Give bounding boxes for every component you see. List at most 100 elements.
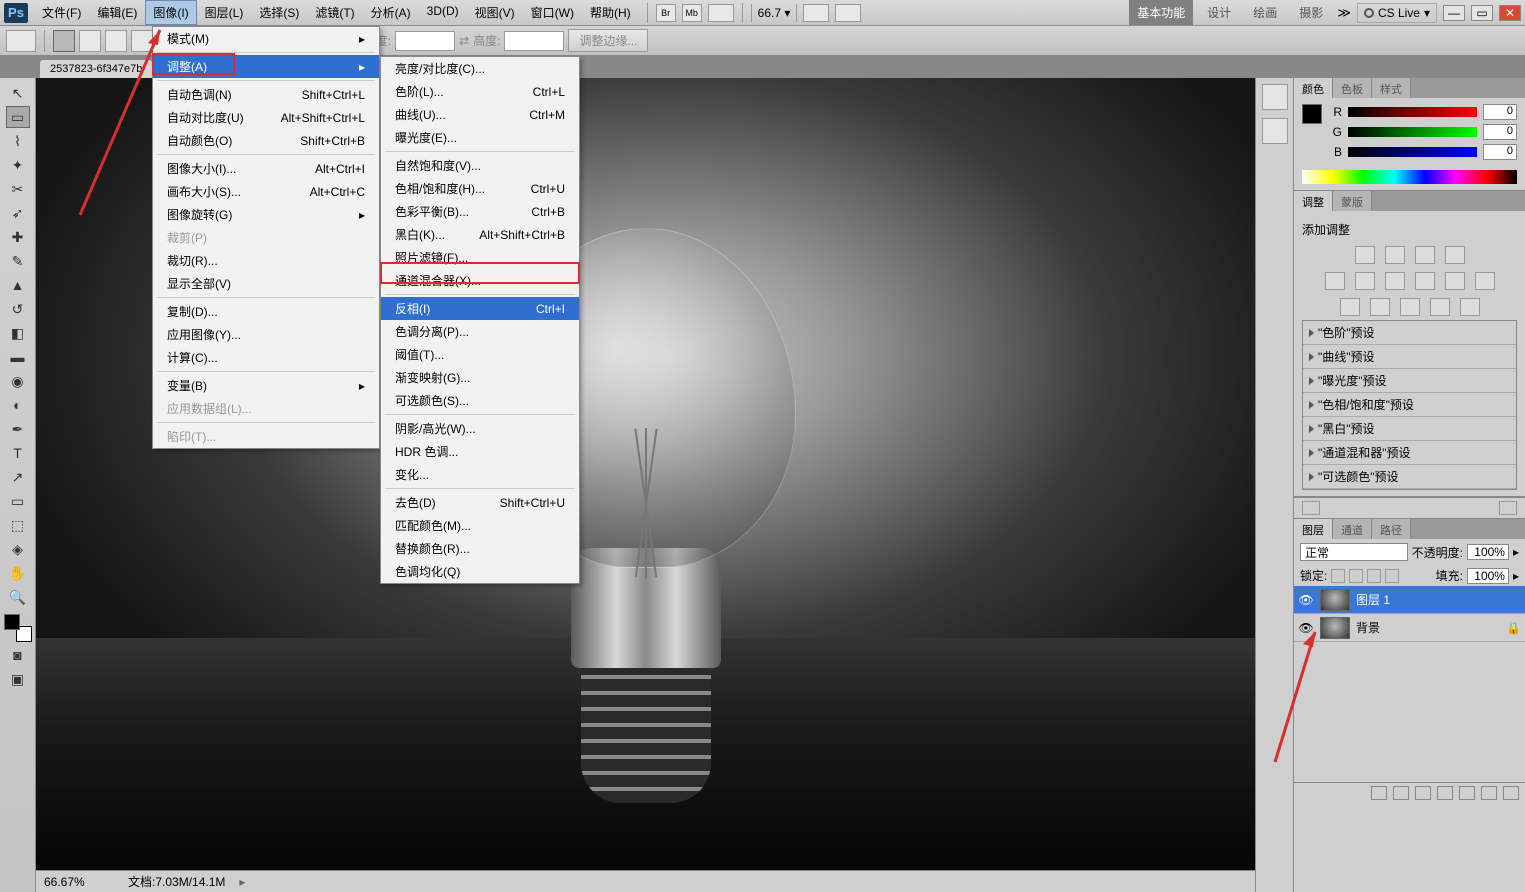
workspace-tab-photo[interactable]: 摄影 [1291,0,1331,25]
history-brush-tool[interactable]: ↺ [6,298,30,320]
preset-item[interactable]: "可选颜色"预设 [1303,465,1516,489]
document-tab[interactable]: 2537823-6f347e7b [40,60,152,78]
submenu-item[interactable]: 自然饱和度(V)... [381,154,579,177]
cslive-button[interactable]: CS Live ▾ [1357,3,1437,23]
layer-row[interactable]: 👁图层 1 [1294,586,1525,614]
eyedropper-tool[interactable]: ➶ [6,202,30,224]
menu-item[interactable]: 调整(A)▸ [153,55,379,78]
tab-masks[interactable]: 蒙版 [1333,191,1372,211]
selmode-int-icon[interactable] [131,30,153,52]
adj-chanmix-icon[interactable] [1475,272,1495,290]
adj-invert-icon[interactable] [1340,298,1360,316]
window-min-icon[interactable]: — [1443,5,1465,21]
3dcam-tool[interactable]: ◈ [6,538,30,560]
menu-item[interactable]: 应用图像(Y)... [153,323,379,346]
heal-tool[interactable]: ✚ [6,226,30,248]
submenu-item[interactable]: 通道混合器(X)... [381,269,579,292]
tab-channels[interactable]: 通道 [1333,519,1372,539]
adj-selcolor-icon[interactable] [1460,298,1480,316]
move-tool[interactable]: ↖ [6,82,30,104]
submenu-item[interactable]: 去色(D)Shift+Ctrl+U [381,491,579,514]
menu-item[interactable]: 变量(B)▸ [153,374,379,397]
selmode-new-icon[interactable] [53,30,75,52]
layer-row[interactable]: 👁背景🔒 [1294,614,1525,642]
submenu-item[interactable]: 替换颜色(R)... [381,537,579,560]
adj-levels-icon[interactable] [1385,246,1405,264]
refine-edge-button[interactable]: 调整边缘... [568,29,648,52]
menu-item[interactable]: 图像旋转(G)▸ [153,203,379,226]
adj-footer-icon[interactable] [1302,501,1320,515]
submenu-item[interactable]: 变化... [381,463,579,486]
adj-balance-icon[interactable] [1385,272,1405,290]
minibridge-icon[interactable]: Mb [682,4,702,22]
menu-1[interactable]: 编辑(E) [89,0,145,25]
link-layers-icon[interactable] [1371,786,1387,800]
adj-layer-icon[interactable] [1437,786,1453,800]
g-slider[interactable] [1348,127,1477,137]
lock-trans-icon[interactable] [1331,569,1345,583]
selmode-sub-icon[interactable] [105,30,127,52]
adj-footer-trash-icon[interactable] [1499,501,1517,515]
r-slider[interactable] [1348,107,1477,117]
brush-tool[interactable]: ✎ [6,250,30,272]
adj-vibrance-icon[interactable] [1325,272,1345,290]
menu-0[interactable]: 文件(F) [34,0,89,25]
submenu-item[interactable]: 亮度/对比度(C)... [381,57,579,80]
preset-item[interactable]: "色阶"预设 [1303,321,1516,345]
lasso-tool[interactable]: ⌇ [6,130,30,152]
menu-item[interactable]: 自动对比度(U)Alt+Shift+Ctrl+L [153,106,379,129]
pen-tool[interactable]: ✒ [6,418,30,440]
group-icon[interactable] [1459,786,1475,800]
history-panel-icon[interactable] [1262,84,1288,110]
fgbg-swatch[interactable] [4,614,32,642]
submenu-item[interactable]: 曝光度(E)... [381,126,579,149]
gradient-tool[interactable]: ▬ [6,346,30,368]
preset-item[interactable]: "黑白"预设 [1303,417,1516,441]
submenu-item[interactable]: 色调分离(P)... [381,320,579,343]
fill-value[interactable]: 100% [1467,568,1509,584]
submenu-item[interactable]: 曲线(U)...Ctrl+M [381,103,579,126]
dodge-tool[interactable]: ◐ [6,394,30,416]
submenu-item[interactable]: 渐变映射(G)... [381,366,579,389]
submenu-item[interactable]: 阈值(T)... [381,343,579,366]
workspace-tab-design[interactable]: 设计 [1199,0,1239,25]
menu-3[interactable]: 图层(L) [197,0,252,25]
path-tool[interactable]: ↗ [6,466,30,488]
preset-item[interactable]: "色相/饱和度"预设 [1303,393,1516,417]
adj-gradmap-icon[interactable] [1430,298,1450,316]
tab-swatches[interactable]: 色板 [1333,78,1372,98]
adj-curves-icon[interactable] [1415,246,1435,264]
window-max-icon[interactable]: ▭ [1471,5,1493,21]
lock-pos-icon[interactable] [1367,569,1381,583]
visibility-icon[interactable]: 👁 [1298,593,1314,607]
tab-paths[interactable]: 路径 [1372,519,1411,539]
workspace-more-icon[interactable]: ≫ [1337,5,1351,21]
menu-6[interactable]: 分析(A) [363,0,419,25]
b-value[interactable]: 0 [1483,144,1517,160]
submenu-item[interactable]: 色调均化(Q) [381,560,579,583]
submenu-item[interactable]: 反相(I)Ctrl+I [381,297,579,320]
menu-9[interactable]: 窗口(W) [523,0,582,25]
adj-posterize-icon[interactable] [1370,298,1390,316]
menu-5[interactable]: 滤镜(T) [307,0,362,25]
blend-mode-select[interactable]: 正常 [1300,543,1408,561]
quickmask-tool[interactable]: ◙ [6,644,30,666]
tab-styles[interactable]: 样式 [1372,78,1411,98]
opacity-arrow-icon[interactable]: ▸ [1513,545,1519,559]
submenu-item[interactable]: 色彩平衡(B)...Ctrl+B [381,200,579,223]
menu-2[interactable]: 图像(I) [145,0,196,25]
workspace-tab-paint[interactable]: 绘画 [1245,0,1285,25]
eraser-tool[interactable]: ◧ [6,322,30,344]
crop-tool[interactable]: ✂ [6,178,30,200]
adj-brightness-icon[interactable] [1355,246,1375,264]
menu-8[interactable]: 视图(V) [467,0,523,25]
stamp-tool[interactable]: ▲ [6,274,30,296]
preset-item[interactable]: "曲线"预设 [1303,345,1516,369]
submenu-item[interactable]: 色阶(L)...Ctrl+L [381,80,579,103]
submenu-item[interactable]: 照片滤镜(F)... [381,246,579,269]
adj-hue-icon[interactable] [1355,272,1375,290]
menu-7[interactable]: 3D(D) [419,0,467,25]
submenu-item[interactable]: 阴影/高光(W)... [381,417,579,440]
menu-item[interactable]: 自动颜色(O)Shift+Ctrl+B [153,129,379,152]
adj-bw-icon[interactable] [1415,272,1435,290]
